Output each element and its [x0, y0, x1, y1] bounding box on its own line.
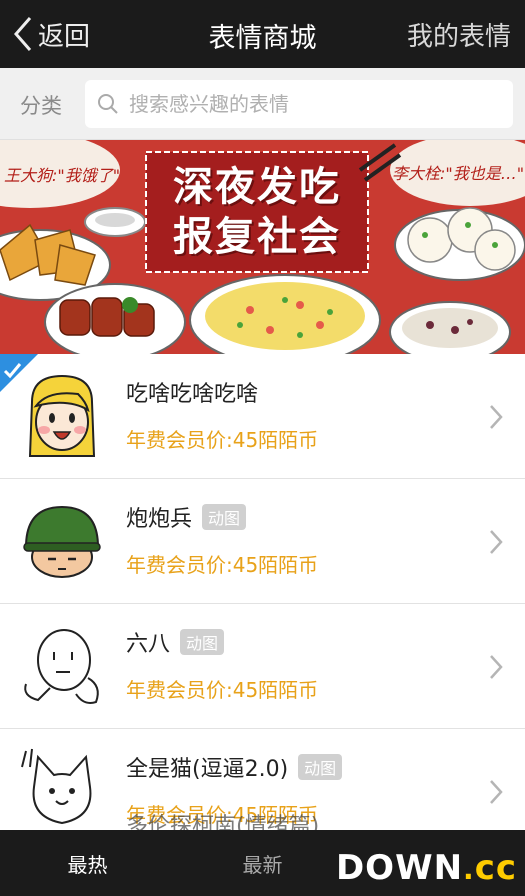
- search-icon: [98, 94, 118, 114]
- cat-doodle-icon: [21, 748, 92, 825]
- list-item[interactable]: 六八 动图 年费会员价:45陌陌币: [0, 604, 525, 729]
- animated-badge: 动图: [298, 754, 343, 780]
- item-price: 年费会员价:45陌陌币: [126, 428, 319, 452]
- chevron-left-icon: [14, 17, 32, 51]
- blonde-girl-icon: [28, 374, 96, 457]
- watermark-main: DOWN: [335, 848, 464, 888]
- soldier-helmet-icon: [23, 505, 101, 578]
- item-name: 六八 动图: [126, 626, 225, 658]
- back-button[interactable]: 返回: [12, 14, 90, 54]
- item-title: 全是猫(逗逼2.0): [126, 757, 289, 782]
- doodle-face-icon: [24, 629, 99, 704]
- item-name: 吃啥吃啥吃啥: [126, 376, 258, 408]
- chevron-right-icon: [490, 655, 503, 679]
- list-item[interactable]: 吃啥吃啥吃啥 年费会员价:45陌陌币: [0, 354, 525, 479]
- item-title: 六八: [126, 632, 171, 657]
- watermark-logo: DOWN.cc: [336, 848, 517, 888]
- item-name: 炮炮兵 动图: [126, 501, 247, 533]
- sticker-list: 吃啥吃啥吃啥 年费会员价:45陌陌币 炮炮兵 动图 年费会员价:45陌陌币 六八…: [0, 354, 525, 854]
- item-price: 年费会员价:45陌陌币: [126, 678, 319, 702]
- search-bar: 分类: [0, 68, 525, 140]
- bubble-left-text: 王大狗:"我饿了": [4, 166, 121, 185]
- watermark-suffix: cc: [474, 848, 517, 888]
- animated-badge: 动图: [202, 504, 247, 530]
- animated-badge: 动图: [180, 629, 225, 655]
- item-price: 年费会员价:45陌陌币: [126, 553, 319, 577]
- tab-hot[interactable]: 最热: [0, 830, 175, 896]
- banner-title-line2: 报复社会: [173, 214, 341, 260]
- navbar: 返回 表情商城 我的表情: [0, 0, 525, 68]
- banner-title: 深夜发吃 报复社会: [146, 152, 368, 272]
- category-button[interactable]: 分类: [20, 90, 62, 120]
- list-item[interactable]: 炮炮兵 动图 年费会员价:45陌陌币: [0, 479, 525, 604]
- bubble-right-text: 李大栓:"我也是…": [392, 164, 525, 183]
- chevron-right-icon: [490, 405, 503, 429]
- banner-title-line1: 深夜发吃: [173, 164, 341, 210]
- back-label: 返回: [38, 21, 91, 52]
- search-box[interactable]: [85, 80, 513, 128]
- item-title: 吃啥吃啥吃啥: [126, 382, 259, 407]
- watermark-sep: .: [463, 853, 475, 886]
- item-name: 全是猫(逗逼2.0) 动图: [126, 751, 343, 783]
- search-input[interactable]: [129, 92, 499, 116]
- chevron-right-icon: [490, 780, 503, 804]
- my-stickers-button[interactable]: 我的表情: [407, 16, 511, 53]
- chevron-right-icon: [490, 530, 503, 554]
- item-title: 炮炮兵: [126, 507, 193, 532]
- tab-new[interactable]: 最新: [175, 830, 350, 896]
